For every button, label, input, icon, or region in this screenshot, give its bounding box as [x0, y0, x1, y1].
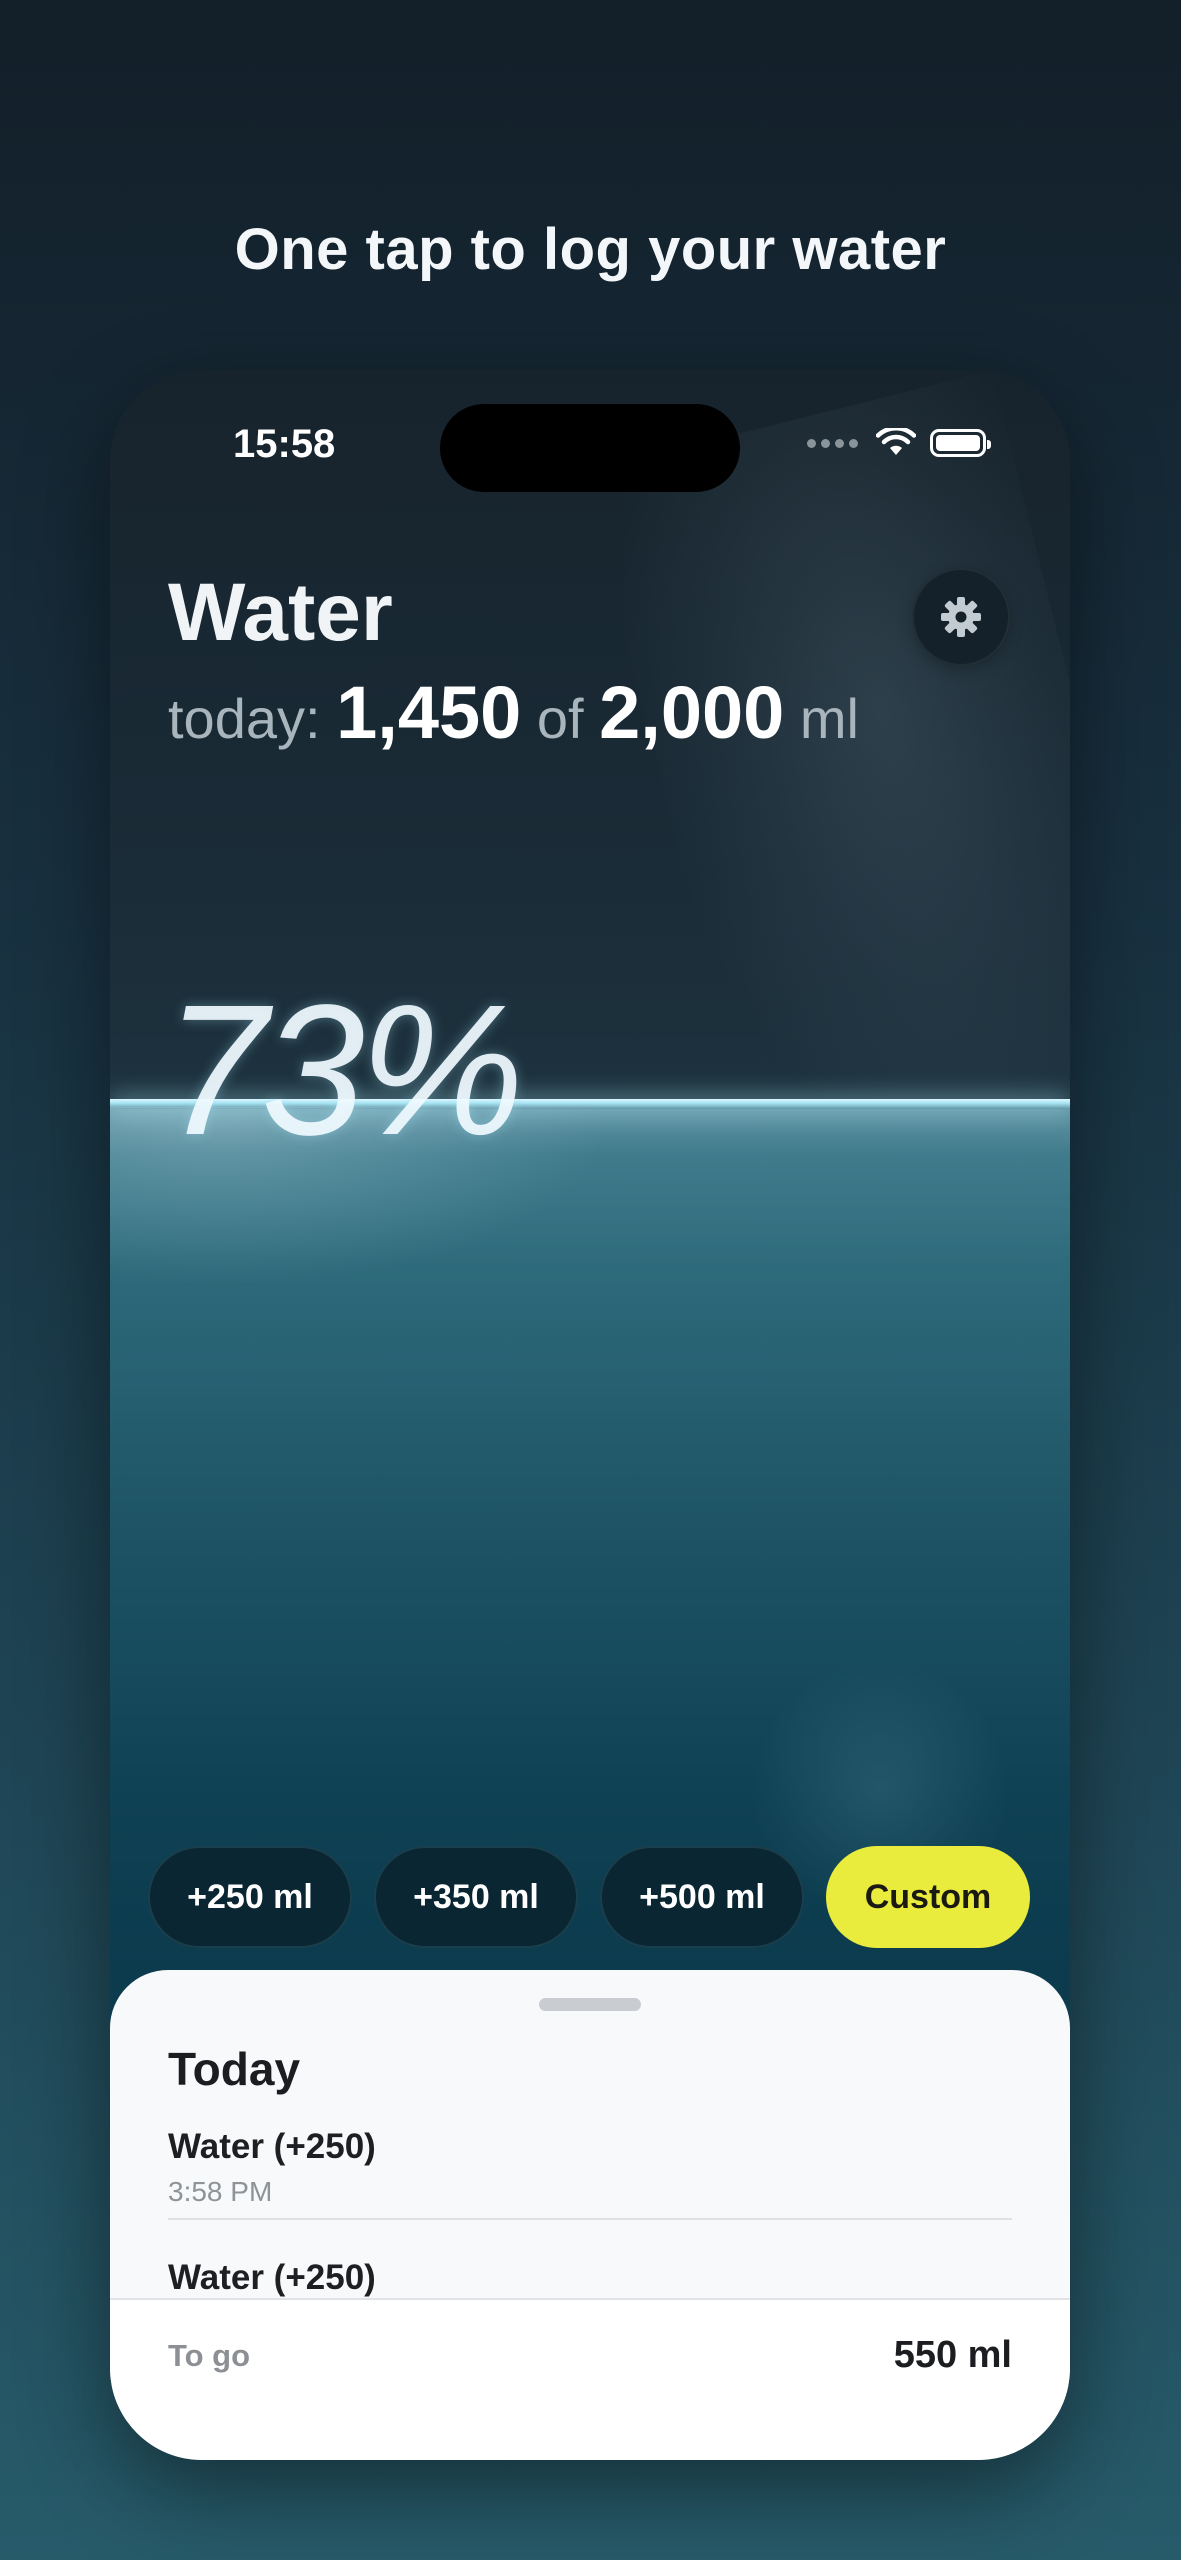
- add-250-button[interactable]: +250 ml: [148, 1846, 352, 1948]
- promo-headline: One tap to log your water: [234, 217, 947, 282]
- quick-add-row: +250 ml +350 ml +500 ml Custom: [148, 1846, 1030, 1948]
- log-entry-name[interactable]: Water (+250): [168, 2127, 376, 2167]
- log-entry-time: 3:58 PM: [168, 2176, 273, 2207]
- sheet-footer: To go 550 ml: [110, 2298, 1070, 2460]
- wifi-icon: [876, 428, 916, 455]
- dynamic-island: [440, 404, 740, 492]
- add-350-button[interactable]: +350 ml: [374, 1846, 578, 1948]
- log-divider: [168, 2218, 1012, 2220]
- unit-label: ml: [799, 687, 859, 750]
- to-go-label: To go: [168, 2338, 251, 2373]
- consumed-amount: 1,450: [336, 671, 522, 754]
- sheet-grabber[interactable]: [539, 1998, 641, 2011]
- sheet-title: Today: [168, 2043, 301, 2095]
- status-time: 15:58: [233, 422, 336, 466]
- custom-amount-button[interactable]: Custom: [826, 1846, 1030, 1948]
- log-entry-name[interactable]: Water (+250): [168, 2258, 376, 2298]
- battery-icon: [930, 429, 991, 457]
- log-sheet[interactable]: Today Water (+250) 3:58 PM Water (+250) …: [110, 1970, 1070, 2460]
- gear-icon: [941, 597, 981, 637]
- status-icons: [807, 428, 991, 458]
- daily-summary: today: 1,450 of 2,000 ml: [168, 670, 859, 755]
- phone-frame: 15:58 Water today: 1,450 of 2,000 ml 73%…: [110, 370, 1070, 2460]
- to-go-value: 550 ml: [893, 2334, 1012, 2376]
- page-title: Water: [168, 567, 393, 658]
- goal-amount: 2,000: [599, 671, 785, 754]
- today-prefix: today:: [168, 687, 321, 750]
- background-glow: [584, 370, 1070, 1210]
- add-500-button[interactable]: +500 ml: [600, 1846, 804, 1948]
- progress-percent: 73%: [164, 967, 524, 1174]
- of-label: of: [536, 687, 584, 750]
- signal-icon: [807, 438, 858, 448]
- settings-button[interactable]: [912, 568, 1010, 666]
